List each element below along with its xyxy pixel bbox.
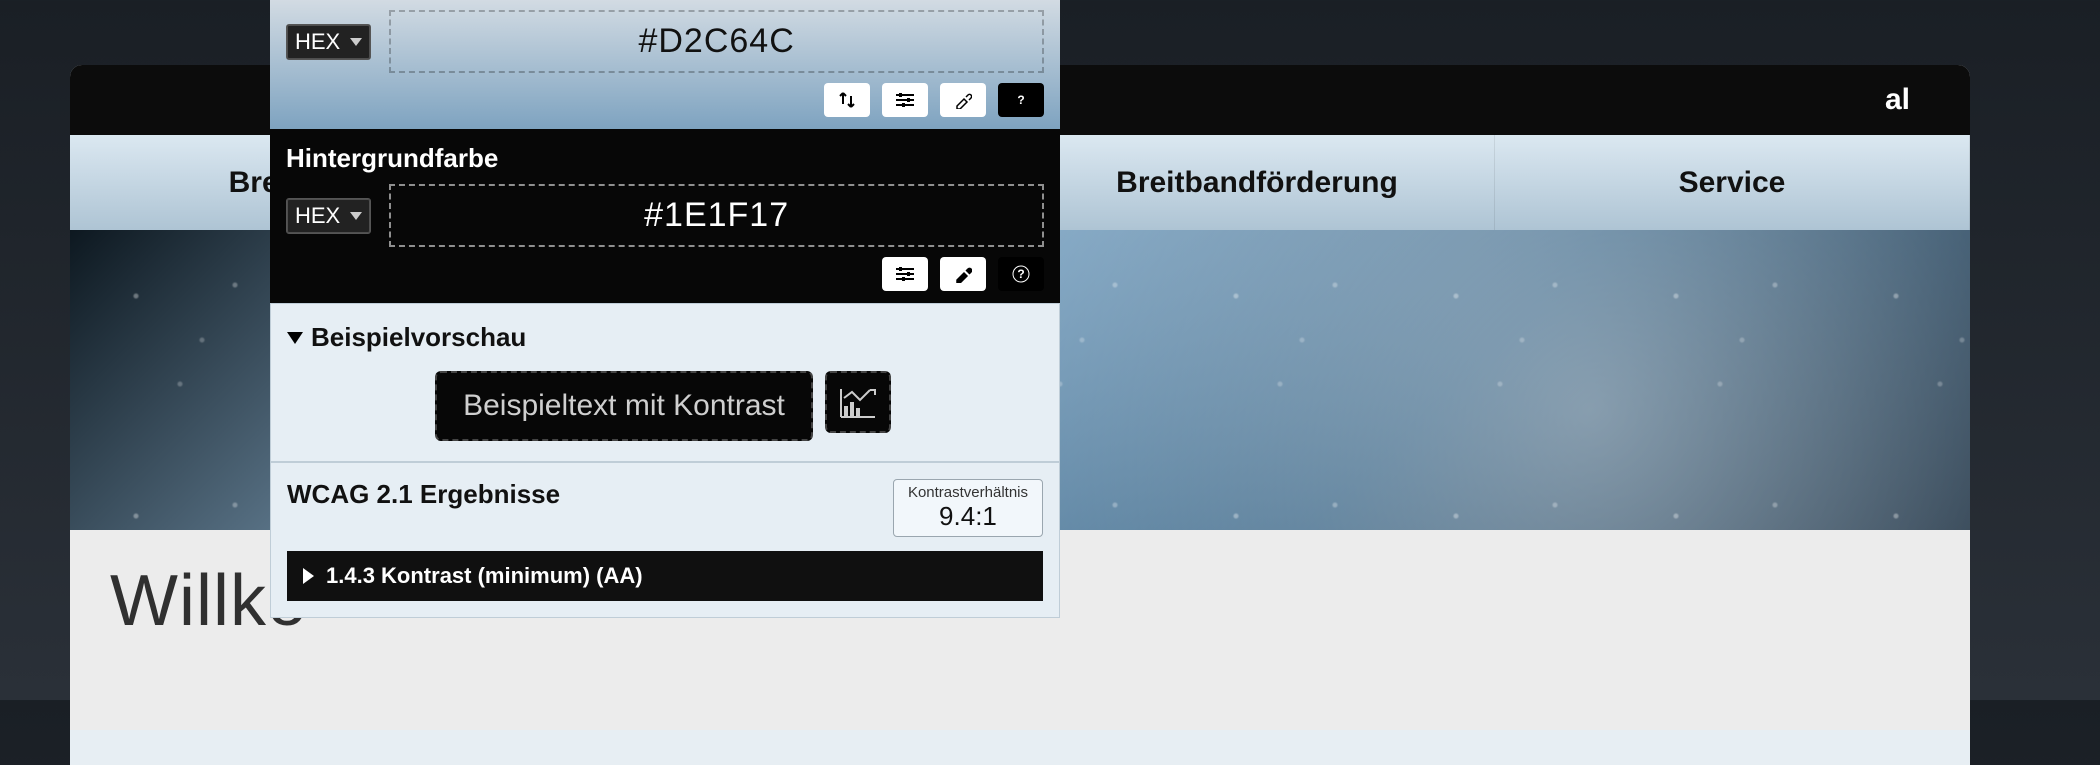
help-icon: ? [1012,265,1030,283]
nav-item-service[interactable]: Service [1495,135,1970,230]
chevron-down-icon [350,212,362,220]
site-header-title: al [1885,83,1910,117]
eyedropper-button[interactable] [940,257,986,291]
sliders-icon [895,266,915,282]
foreground-row: HEX #D2C64C [286,10,1044,73]
nav-label: Service [1679,166,1786,200]
preview-row: Beispieltext mit Kontrast [287,371,1039,441]
bg-icon-row: ? [286,257,1044,291]
svg-text:?: ? [1017,93,1024,107]
sliders-icon [895,92,915,108]
swap-icon [838,91,856,109]
results-section: WCAG 2.1 Ergebnisse Kontrastverhältnis 9… [270,462,1060,618]
results-header-row: WCAG 2.1 Ergebnisse Kontrastverhältnis 9… [287,479,1043,537]
swap-colors-button[interactable] [824,83,870,117]
ratio-label: Kontrastverhältnis [908,484,1028,501]
help-button[interactable]: ? [998,257,1044,291]
eyedropper-icon [954,91,972,109]
chart-icon [838,384,878,420]
eyedropper-button[interactable] [940,83,986,117]
fg-color-input[interactable]: #D2C64C [389,10,1044,73]
contrast-tool-panel: HEX #D2C64C [270,0,1060,618]
sliders-button[interactable] [882,83,928,117]
background-section: Hintergrundfarbe HEX #1E1F17 [270,129,1060,303]
criterion-row[interactable]: 1.4.3 Kontrast (minimum) (AA) [287,551,1043,601]
chevron-down-icon [350,38,362,46]
preview-toggle[interactable]: Beispielvorschau [287,322,1039,353]
nav-item-foerderung[interactable]: Breitbandförderung [1020,135,1495,230]
preview-header-label: Beispielvorschau [311,322,526,353]
ratio-value: 9.4:1 [908,501,1028,532]
sample-chart-preview [825,371,891,433]
results-title: WCAG 2.1 Ergebnisse [287,479,560,510]
bg-format-select[interactable]: HEX [286,198,371,234]
bg-color-value: #1E1F17 [644,196,789,234]
triangle-down-icon [287,332,303,344]
preview-section: Beispielvorschau Beispieltext mit Kontra… [270,303,1060,462]
nav-label: Breitbandförderung [1116,166,1398,200]
triangle-right-icon [303,568,314,584]
fg-format-select[interactable]: HEX [286,24,371,60]
help-button[interactable]: ? [998,83,1044,117]
fg-icon-row: ? [286,83,1044,117]
eyedropper-icon [954,265,972,283]
sample-text-preview: Beispieltext mit Kontrast [435,371,813,441]
sliders-button[interactable] [882,257,928,291]
bg-color-input[interactable]: #1E1F17 [389,184,1044,247]
sample-text: Beispieltext mit Kontrast [463,389,785,422]
criterion-label: 1.4.3 Kontrast (minimum) (AA) [326,563,643,589]
background-row: HEX #1E1F17 [286,184,1044,247]
contrast-ratio-box: Kontrastverhältnis 9.4:1 [893,479,1043,537]
svg-text:?: ? [1017,267,1024,281]
help-icon: ? [1012,91,1030,109]
bg-section-label: Hintergrundfarbe [286,143,1044,174]
bg-format-label: HEX [295,203,340,229]
fg-color-value: #D2C64C [638,22,794,60]
fg-format-label: HEX [295,29,340,55]
foreground-section: HEX #D2C64C [270,0,1060,129]
